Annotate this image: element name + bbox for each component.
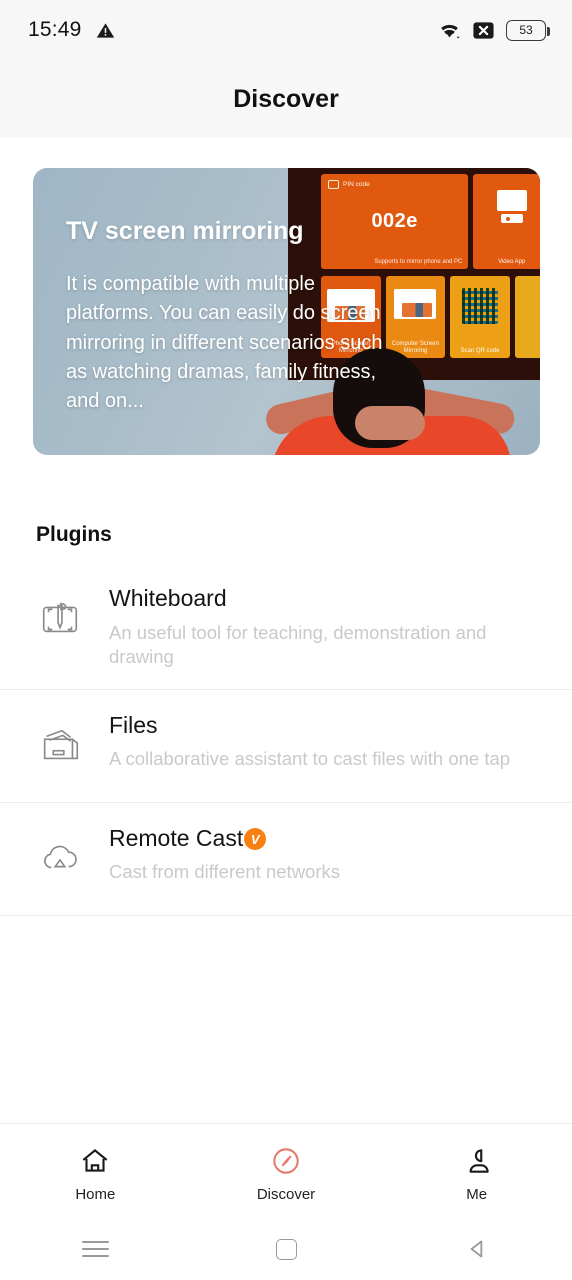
- qr-code-icon: [462, 288, 499, 324]
- nav-recents-button[interactable]: [0, 1218, 191, 1280]
- plugin-name: Whiteboard: [109, 585, 548, 613]
- home-square-icon: [275, 1238, 297, 1260]
- video-app-icon: [496, 190, 527, 223]
- status-bar-right: 53: [438, 19, 550, 42]
- plugin-description: Cast from different networks: [109, 861, 340, 883]
- recents-icon: [81, 1236, 109, 1261]
- person-icon: [469, 1148, 489, 1173]
- compass-icon: [273, 1147, 299, 1174]
- pin-label: PIN code: [343, 181, 370, 188]
- plugin-body: Remote Cast V Cast from different networ…: [90, 825, 548, 885]
- bottom-tab-bar: Home Discover Me: [0, 1123, 572, 1218]
- video-app-label: Video App: [498, 259, 526, 266]
- tv-tile-video-app: Video App: [473, 174, 540, 269]
- android-nav-bar: [0, 1218, 572, 1280]
- plugin-name: Files: [109, 712, 548, 740]
- plugin-name-text: Files: [109, 711, 158, 738]
- battery-level: 53: [519, 23, 533, 37]
- tv-tile-scan-qr: Scan QR code: [450, 276, 510, 358]
- tab-me[interactable]: Me: [381, 1124, 572, 1218]
- scroll-content: PIN code 002e Supports to mirror phone a…: [0, 138, 572, 1138]
- battery-icon: 53: [506, 19, 550, 41]
- plugins-section-title: Plugins: [36, 523, 112, 546]
- plugin-row-files[interactable]: Files A collaborative assistant to cast …: [0, 690, 572, 803]
- tv-tile-more: [514, 276, 540, 358]
- plugin-description: An useful tool for teaching, demonstrati…: [109, 621, 487, 667]
- files-icon: [30, 712, 90, 768]
- plugins-list: Whiteboard An useful tool for teaching, …: [0, 563, 572, 916]
- promo-banner[interactable]: PIN code 002e Supports to mirror phone a…: [33, 168, 540, 455]
- computer-mirror-icon: [394, 289, 437, 319]
- banner-text: TV screen mirroring It is compatible wit…: [66, 216, 396, 416]
- pin-header: PIN code: [328, 180, 370, 189]
- tab-home[interactable]: Home: [0, 1124, 191, 1218]
- back-triangle-icon: [470, 1240, 482, 1258]
- page-title: Discover: [233, 84, 339, 113]
- tab-label-home: Home: [75, 1185, 116, 1203]
- plugin-name-text: Remote Cast: [109, 824, 244, 851]
- warning-triangle-icon: [96, 22, 114, 38]
- nav-home-button[interactable]: [191, 1218, 382, 1280]
- tab-label-me: Me: [466, 1185, 488, 1203]
- plugin-name: Remote Cast V: [109, 825, 548, 853]
- plugin-row-whiteboard[interactable]: Whiteboard An useful tool for teaching, …: [0, 563, 572, 690]
- plugin-body: Whiteboard An useful tool for teaching, …: [90, 585, 548, 669]
- status-bar: 15:49 53: [0, 0, 572, 60]
- plugin-description: A collaborative assistant to cast files …: [109, 748, 511, 770]
- nav-back-button[interactable]: [381, 1218, 572, 1280]
- scan-qr-label: Scan QR code: [460, 348, 500, 355]
- whiteboard-icon: [30, 585, 90, 641]
- cloud-upload-icon: [30, 825, 90, 881]
- phone-screen: 15:49 53 Discover PIN code 002e Supports…: [0, 0, 572, 1280]
- banner-title: TV screen mirroring: [66, 217, 304, 245]
- tab-discover[interactable]: Discover: [191, 1124, 382, 1218]
- vip-badge-label: V: [250, 831, 260, 847]
- plugin-name-text: Whiteboard: [109, 585, 227, 611]
- wifi-icon: [441, 24, 460, 38]
- home-icon: [82, 1148, 108, 1172]
- plugin-body: Files A collaborative assistant to cast …: [90, 712, 548, 772]
- plugin-row-remote-cast[interactable]: Remote Cast V Cast from different networ…: [0, 803, 572, 916]
- banner-description: It is compatible with multiple platforms…: [66, 273, 383, 412]
- cast-box-icon: [328, 180, 339, 189]
- status-time: 15:49: [28, 18, 82, 41]
- vip-badge: V: [244, 828, 267, 851]
- tab-label-discover: Discover: [256, 1185, 316, 1203]
- app-bar: Discover: [0, 60, 572, 138]
- status-bar-left: 15:49: [28, 18, 115, 42]
- no-sim-x-icon: [473, 21, 494, 39]
